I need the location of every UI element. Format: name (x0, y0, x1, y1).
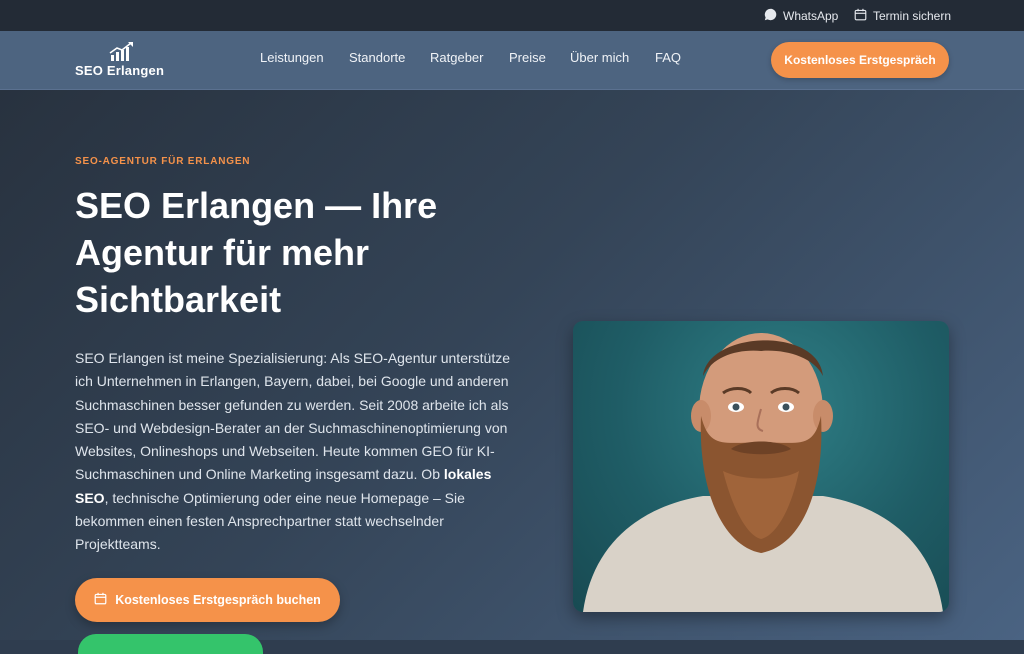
nav-ueber-mich[interactable]: Über mich (570, 50, 629, 65)
brand-name: SEO Erlangen (75, 63, 165, 78)
brand-logo[interactable]: SEO Erlangen (75, 42, 175, 82)
nav-leistungen[interactable]: Leistungen (260, 50, 324, 65)
main-nav: SEO Erlangen Leistungen Standorte Ratgeb… (0, 31, 1024, 90)
desc-text-1: SEO Erlangen ist meine Spezialisierung: … (75, 350, 510, 483)
hero-eyebrow: SEO-AGENTUR FÜR ERLANGEN (75, 156, 251, 167)
calendar-icon (94, 592, 107, 608)
hero-cta-label: Kostenloses Erstgespräch buchen (115, 593, 321, 607)
hero-description: SEO Erlangen ist meine Spezialisierung: … (75, 347, 525, 557)
whatsapp-link[interactable]: WhatsApp (764, 8, 838, 24)
whatsapp-cta-button[interactable] (78, 634, 263, 654)
nav-faq[interactable]: FAQ (655, 50, 681, 65)
calendar-icon (854, 8, 867, 24)
whatsapp-label: WhatsApp (783, 9, 839, 23)
portrait-photo (573, 321, 949, 612)
desc-text-2: , technische Optimierung oder eine neue … (75, 489, 465, 553)
termin-link[interactable]: Termin sichern (854, 8, 951, 24)
top-bar: WhatsApp Termin sichern (0, 0, 1024, 31)
nav-cta-button[interactable]: Kostenloses Erstgespräch (771, 42, 949, 78)
hero-cta-button[interactable]: Kostenloses Erstgespräch buchen (75, 578, 340, 622)
hero-title: SEO Erlangen — Ihre Agentur für mehr Sic… (75, 185, 438, 320)
whatsapp-icon (764, 8, 777, 24)
nav-ratgeber[interactable]: Ratgeber (430, 50, 483, 65)
nav-standorte[interactable]: Standorte (349, 50, 405, 65)
termin-label: Termin sichern (873, 9, 952, 23)
nav-preise[interactable]: Preise (509, 50, 546, 65)
